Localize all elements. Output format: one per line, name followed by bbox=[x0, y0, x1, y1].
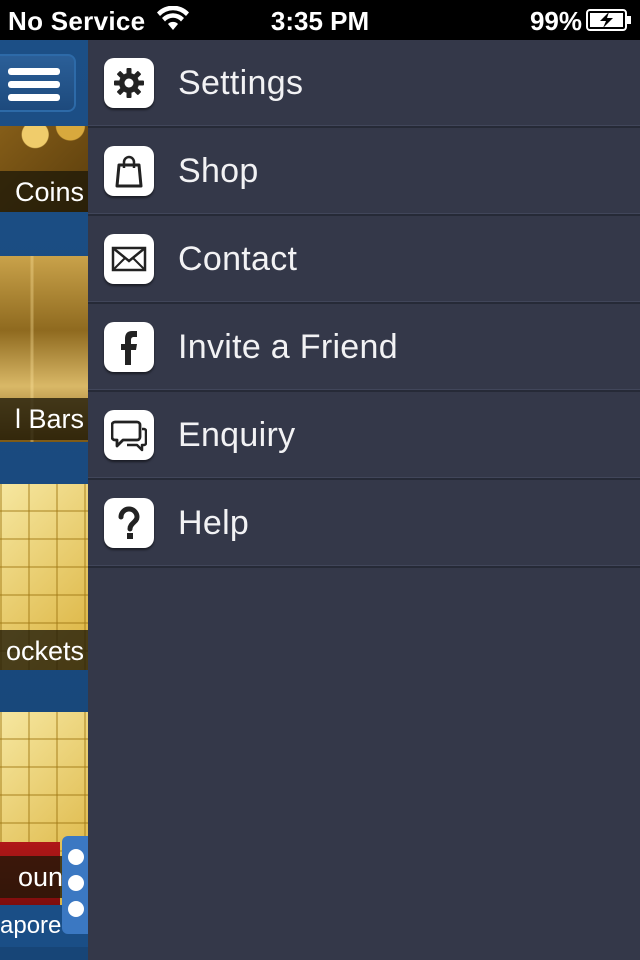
menu-item-label: Contact bbox=[178, 240, 298, 278]
menu-item-invite-friend[interactable]: Invite a Friend bbox=[88, 304, 640, 392]
menu-item-contact[interactable]: Contact bbox=[88, 216, 640, 304]
menu-item-settings[interactable]: Settings bbox=[88, 40, 640, 128]
menu-item-label: Shop bbox=[178, 152, 259, 190]
hamburger-icon-bar bbox=[8, 81, 60, 88]
menu-item-label: Help bbox=[178, 504, 250, 542]
menu-item-label: Settings bbox=[178, 64, 304, 102]
battery-percentage: 99% bbox=[529, 6, 582, 36]
chat-bubbles-icon bbox=[104, 410, 154, 460]
gear-icon bbox=[104, 58, 154, 108]
page-dot bbox=[68, 875, 84, 891]
hamburger-icon-bar bbox=[8, 94, 60, 101]
page-dot bbox=[68, 901, 84, 917]
envelope-icon bbox=[104, 234, 154, 284]
tile-caption: l Bars bbox=[0, 398, 88, 440]
page-dot bbox=[68, 849, 84, 865]
shopping-bag-icon bbox=[104, 146, 154, 196]
battery-charging-icon bbox=[586, 9, 631, 31]
menu-item-help[interactable]: Help bbox=[88, 480, 640, 568]
tile-lockets[interactable]: ockets bbox=[0, 484, 88, 670]
page-indicator[interactable] bbox=[62, 836, 88, 934]
menu-item-label: Enquiry bbox=[178, 416, 296, 454]
tile-caption: ockets bbox=[0, 630, 88, 670]
tile-coins[interactable]: Coins bbox=[0, 126, 88, 212]
hamburger-menu-button[interactable] bbox=[0, 54, 76, 112]
tile-caption: Coins bbox=[0, 171, 88, 212]
tile-bars[interactable]: l Bars bbox=[0, 256, 88, 442]
question-mark-icon bbox=[104, 498, 154, 548]
background-app: Coins l Bars ockets ounts apore bbox=[0, 40, 88, 960]
status-bar: No Service 3:35 PM 99% bbox=[0, 0, 640, 40]
side-drawer-menu: Settings Shop Contact Invite a Friend En… bbox=[88, 40, 640, 960]
menu-item-enquiry[interactable]: Enquiry bbox=[88, 392, 640, 480]
menu-item-shop[interactable]: Shop bbox=[88, 128, 640, 216]
menu-item-label: Invite a Friend bbox=[178, 328, 398, 366]
hamburger-icon bbox=[8, 68, 60, 75]
facebook-icon bbox=[104, 322, 154, 372]
